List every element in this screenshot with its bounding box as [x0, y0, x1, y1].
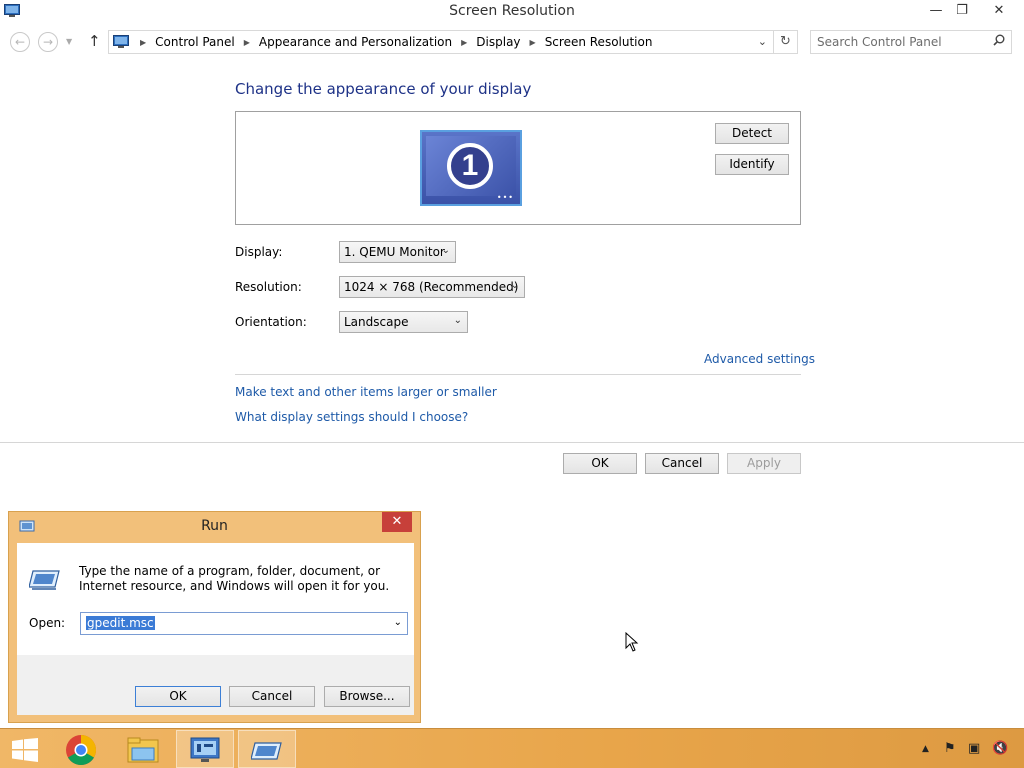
control-panel-icon [113, 35, 129, 48]
breadcrumb-screen-resolution[interactable]: Screen Resolution [545, 35, 653, 49]
run-description: Type the name of a program, folder, docu… [79, 564, 390, 593]
page-title: Change the appearance of your display [235, 80, 532, 98]
display-label: Display: [235, 245, 283, 259]
orientation-label: Orientation: [235, 315, 307, 329]
run-dialog-title: Run [201, 518, 228, 534]
forward-button[interactable]: → [38, 32, 58, 52]
open-input-value[interactable]: gpedit.msc [86, 616, 155, 630]
taskbar-chrome[interactable] [52, 730, 110, 768]
search-input[interactable] [817, 32, 987, 52]
run-cancel-button[interactable]: Cancel [229, 686, 315, 707]
chevron-right-icon[interactable]: ▶ [530, 38, 536, 47]
monitor-dots: ••• [496, 193, 514, 202]
show-hidden-icons-icon[interactable]: ▲ [922, 744, 929, 754]
advanced-settings-link[interactable]: Advanced settings [704, 352, 815, 366]
browse-button[interactable]: Browse... [324, 686, 410, 707]
run-ok-button[interactable]: OK [135, 686, 221, 707]
orientation-select-value: Landscape [344, 315, 409, 329]
taskbar-file-explorer[interactable] [114, 730, 172, 768]
search-box[interactable] [810, 30, 1012, 54]
window-titlebar: Screen Resolution — ❐ ✕ [0, 0, 1024, 24]
back-button[interactable]: ← [10, 32, 30, 52]
address-bar[interactable]: ▶ Control Panel ▶ Appearance and Persona… [108, 30, 798, 54]
refresh-button[interactable]: ↻ [773, 31, 797, 53]
resolution-select[interactable]: 1024 × 768 (Recommended) ⌄ [339, 276, 525, 298]
run-dialog-body: Type the name of a program, folder, docu… [17, 543, 414, 715]
up-arrow-icon[interactable]: ↑ [88, 32, 101, 50]
restore-button[interactable]: ❐ [947, 0, 977, 22]
run-icon [251, 742, 282, 760]
divider [235, 374, 801, 375]
chevron-right-icon[interactable]: ▶ [244, 38, 250, 47]
chevron-down-icon: ⌄ [441, 245, 450, 256]
windows-logo-icon [12, 738, 38, 762]
chevron-down-icon: ⌄ [453, 315, 462, 326]
chrome-icon [66, 734, 96, 766]
chevron-down-icon[interactable]: ⌄ [394, 617, 402, 628]
search-icon[interactable] [993, 34, 1005, 46]
address-history-chevron-icon[interactable]: ⌄ [758, 35, 767, 48]
breadcrumb-display[interactable]: Display [476, 35, 520, 49]
resolution-select-value: 1024 × 768 (Recommended) [344, 280, 519, 294]
ok-button[interactable]: OK [563, 453, 637, 474]
display-help-link[interactable]: What display settings should I choose? [235, 410, 468, 424]
text-size-link[interactable]: Make text and other items larger or smal… [235, 385, 497, 399]
close-button[interactable]: ✕ [984, 0, 1014, 22]
recent-locations-icon[interactable]: ▼ [66, 37, 72, 46]
navigation-bar: ← → ▼ ↑ ▶ Control Panel ▶ Appearance and… [0, 28, 1024, 56]
breadcrumb-control-panel[interactable]: Control Panel [155, 35, 235, 49]
chevron-right-icon[interactable]: ▶ [140, 38, 146, 47]
action-center-flag-icon[interactable]: ⚑ [944, 741, 956, 756]
volume-muted-icon[interactable]: 🔇 [992, 741, 1008, 756]
open-label: Open: [29, 616, 66, 630]
taskbar-control-panel[interactable] [176, 730, 234, 768]
window-title: Screen Resolution [449, 3, 575, 19]
taskbar: ▲ ⚑ ▣ 🔇 [0, 728, 1024, 768]
file-explorer-icon [127, 737, 159, 763]
taskbar-run[interactable] [238, 730, 296, 768]
cancel-button[interactable]: Cancel [645, 453, 719, 474]
monitor-1-icon[interactable]: 1 ••• [420, 130, 522, 206]
mouse-cursor-icon [625, 632, 639, 652]
apply-button[interactable]: Apply [727, 453, 801, 474]
run-program-icon [29, 570, 60, 590]
run-dialog-content: Type the name of a program, folder, docu… [17, 543, 414, 655]
run-dialog: Run ✕ Type the name of a program, folder… [8, 511, 421, 723]
chevron-down-icon: ⌄ [510, 280, 519, 291]
monitor-number: 1 [447, 143, 493, 189]
chevron-right-icon[interactable]: ▶ [461, 38, 467, 47]
start-button[interactable] [0, 730, 58, 768]
network-icon[interactable]: ▣ [968, 741, 980, 756]
identify-button[interactable]: Identify [715, 154, 789, 175]
display-preview-panel: 1 ••• Detect Identify [235, 111, 801, 225]
breadcrumb-appearance[interactable]: Appearance and Personalization [259, 35, 452, 49]
display-select[interactable]: 1. QEMU Monitor ⌄ [339, 241, 456, 263]
run-close-button[interactable]: ✕ [382, 512, 412, 532]
detect-button[interactable]: Detect [715, 123, 789, 144]
resolution-label: Resolution: [235, 280, 302, 294]
control-panel-icon [190, 737, 220, 762]
display-select-value: 1. QEMU Monitor [344, 245, 445, 259]
orientation-select[interactable]: Landscape ⌄ [339, 311, 468, 333]
breadcrumb: ▶ Control Panel ▶ Appearance and Persona… [131, 35, 652, 49]
footer-divider [0, 442, 1024, 443]
open-combobox[interactable]: gpedit.msc ⌄ [80, 612, 408, 635]
